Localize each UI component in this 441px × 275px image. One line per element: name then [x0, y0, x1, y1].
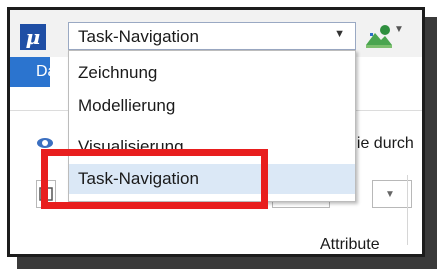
group-separator [407, 175, 408, 245]
chevron-down-icon[interactable]: ▼ [385, 189, 395, 200]
app-logo-icon[interactable]: μ [20, 24, 46, 50]
tool-dropdown-arrow-icon[interactable]: ▼ [394, 24, 404, 35]
dropdown-item-zeichnung[interactable]: Zeichnung [69, 58, 355, 88]
ribbon-tab-daten[interactable]: Daten [10, 57, 50, 87]
ribbon-group-label: Attribute [320, 236, 380, 253]
app-logo-glyph: μ [25, 25, 41, 49]
frame-shadow-bottom [17, 257, 437, 269]
ribbon-command-label[interactable]: nie durch [348, 135, 414, 153]
red-highlight-box [41, 149, 268, 209]
dropdown-item-modellierung[interactable]: Modellierung [69, 91, 355, 121]
workflow-combo-box[interactable]: Task-Navigation ▼ [68, 22, 356, 50]
chevron-down-icon[interactable]: ▼ [334, 28, 345, 40]
screenshot-frame: μ Task-Navigation ▼ ▼ Daten nie durch ▼ … [7, 7, 425, 257]
frame-shadow-right [425, 17, 437, 267]
workflow-combo-value: Task-Navigation [78, 27, 199, 46]
